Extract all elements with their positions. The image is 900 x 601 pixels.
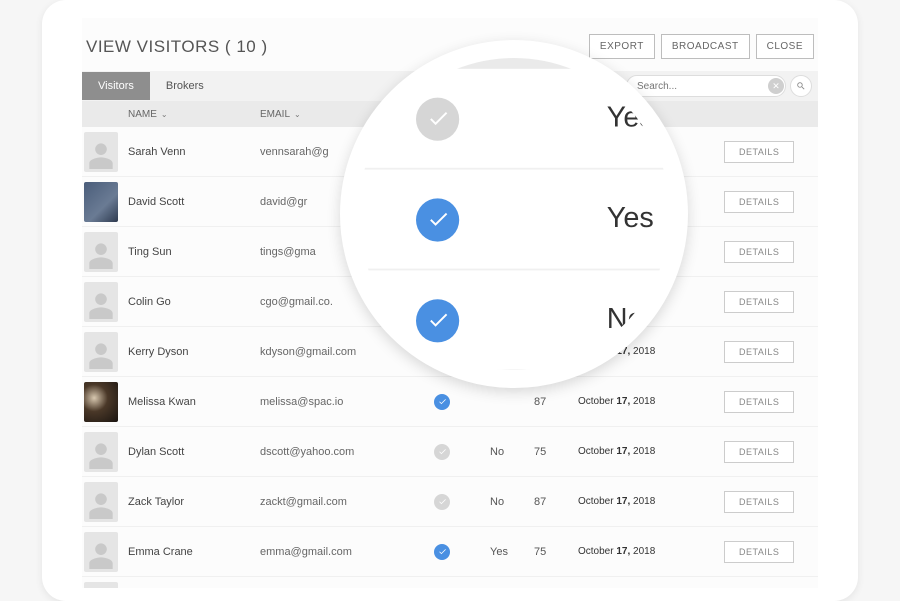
cell-email: dscott@yahoo.com [254,446,394,458]
avatar [84,482,118,522]
cell-name: Sarah Venn [122,146,254,158]
verified-check-icon [434,544,450,560]
details-button[interactable]: DETAILS [724,291,794,313]
magnifier-lens: ⌄ VERIFIED AGENT YesYesNo [340,40,688,388]
details-button[interactable]: DETAILS [724,391,794,413]
verified-check-icon [416,298,459,341]
table-row: Dallas Gistdgist@gmail.comNo75October 17… [82,577,818,588]
cell-agent: Yes [490,546,534,558]
table-row: Melissa Kwanmelissa@spac.io 87October 17,… [82,377,818,427]
table-row: Dylan Scottdscott@yahoo.com No75October 1… [82,427,818,477]
export-button[interactable]: EXPORT [589,34,655,59]
avatar [84,132,118,172]
lens-row: Yes [340,170,688,271]
cell-name: Kerry Dyson [122,346,254,358]
clear-search-icon[interactable]: ✕ [768,78,784,94]
cell-name: Emma Crane [122,546,254,558]
details-button[interactable]: DETAILS [724,491,794,513]
verified-check-icon [416,97,459,140]
cell-email: melissa@spac.io [254,396,394,408]
verified-check-icon [434,394,450,410]
device-frame: VIEW VISITORS ( 10 ) EXPORT BROADCAST CL… [42,0,858,601]
cell-name: Ting Sun [122,246,254,258]
cell-verified [394,544,490,560]
cell-verified [394,444,490,460]
cell-score: 87 [534,396,578,408]
chevron-down-icon: ⌄ [294,110,301,119]
cell-agent: No [490,446,534,458]
verified-check-icon [434,494,450,510]
lens-row: Yes [340,69,688,170]
table-row: Zack Taylorzackt@gmail.com No87October 17… [82,477,818,527]
details-button[interactable]: DETAILS [724,241,794,263]
details-button[interactable]: DETAILS [724,341,794,363]
lens-row: No [340,270,688,371]
cell-name: Melissa Kwan [122,396,254,408]
avatar [84,432,118,472]
cell-date: October 17, 2018 [578,396,724,407]
avatar [84,582,118,589]
broadcast-button[interactable]: BROADCAST [661,34,750,59]
verified-check-icon [416,198,459,241]
cell-name: Dylan Scott [122,446,254,458]
avatar [84,382,118,422]
header-actions: EXPORT BROADCAST CLOSE [589,34,814,59]
cell-date: October 17, 2018 [578,446,724,457]
details-button[interactable]: DETAILS [724,191,794,213]
cell-email: emma@gmail.com [254,546,394,558]
tab-visitors[interactable]: Visitors [82,72,150,100]
cell-name: Zack Taylor [122,496,254,508]
details-button[interactable]: DETAILS [724,541,794,563]
avatar [84,232,118,272]
avatar [84,532,118,572]
cell-score: 75 [534,446,578,458]
cell-score: 87 [534,496,578,508]
cell-score: 75 [534,546,578,558]
chevron-down-icon: ⌄ [161,110,168,119]
search-button[interactable] [790,75,812,97]
cell-agent: No [490,496,534,508]
cell-date: October 17, 2018 [578,496,724,507]
avatar [84,332,118,372]
cell-verified [394,394,490,410]
details-button[interactable]: DETAILS [724,441,794,463]
page-title: VIEW VISITORS ( 10 ) [86,37,268,57]
close-button[interactable]: CLOSE [756,34,814,59]
search-icon [796,81,806,91]
cell-name: Colin Go [122,296,254,308]
cell-date: October 17, 2018 [578,546,724,557]
avatar [84,182,118,222]
col-name[interactable]: NAME⌄ [122,109,254,120]
table-row: Emma Craneemma@gmail.com Yes75October 17,… [82,527,818,577]
details-button[interactable]: DETAILS [724,141,794,163]
cell-name: David Scott [122,196,254,208]
cell-verified [394,494,490,510]
cell-email: zackt@gmail.com [254,496,394,508]
verified-check-icon [434,444,450,460]
avatar [84,282,118,322]
tab-brokers[interactable]: Brokers [150,72,220,100]
lens-agent: Yes [596,203,688,235]
